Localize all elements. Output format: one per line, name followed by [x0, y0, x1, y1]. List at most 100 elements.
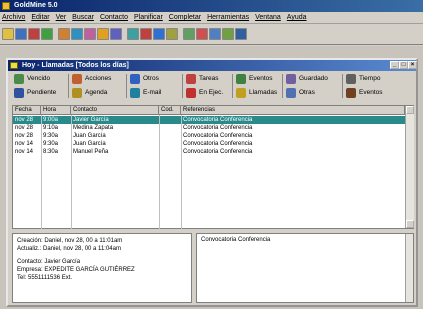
nav-label: Tiempo	[359, 75, 381, 82]
nav-separator	[182, 74, 183, 98]
nav-label: Guardado	[299, 75, 328, 82]
cell-hora: 8:30a	[43, 149, 59, 155]
nav-pendiente-button[interactable]: Pendiente	[14, 87, 56, 99]
notes-panel[interactable]: Convocatoria Conferencia	[196, 233, 414, 303]
col-cod[interactable]: Cod.	[159, 106, 181, 115]
cell-cod	[159, 116, 181, 124]
cell-cod	[159, 148, 181, 156]
window-icon	[10, 62, 18, 69]
scroll-down-button[interactable]	[406, 220, 414, 228]
cell-ref: Convocatoria Conferencia	[183, 125, 253, 131]
menu-item[interactable]: Buscar	[72, 14, 94, 21]
activity-window: Hoy - Llamadas [Todos los días] _ □ × Ve…	[6, 58, 418, 307]
nav-eventos-button[interactable]: Eventos	[236, 73, 273, 85]
cell-cod	[159, 124, 181, 132]
nav-label: E-mail	[143, 89, 162, 96]
cell-cod	[159, 132, 181, 140]
nav-agenda-button[interactable]: Agenda	[72, 87, 107, 99]
otras-icon	[286, 88, 296, 98]
nav-llamadas-button[interactable]: Llamadas	[236, 87, 277, 99]
nav-label: Vencido	[27, 75, 51, 82]
cell-hora: 9:10a	[43, 125, 59, 131]
cell-ref: Convocatoria Conferencia	[183, 141, 253, 147]
activity-grid: Fecha Hora Contacto Cod. Referencias nov…	[12, 105, 414, 229]
cell-fecha: nov 28	[15, 125, 34, 131]
menu-item[interactable]: Contacto	[100, 14, 128, 21]
nav-acciones-button[interactable]: Acciones	[72, 73, 111, 85]
app-titlebar: GoldMine 5.0	[0, 0, 423, 12]
lookup-icon[interactable]	[41, 28, 53, 40]
activity-icon[interactable]	[84, 28, 96, 40]
grid-scrollbar[interactable]	[405, 106, 414, 228]
cell-contacto: Juan García	[73, 133, 106, 139]
grid-divider	[71, 115, 72, 229]
grid-header: Fecha Hora Contacto Cod. Referencias	[13, 106, 405, 115]
nav-otras-button[interactable]: Otras	[286, 87, 315, 99]
app-title: GoldMine 5.0	[14, 2, 58, 9]
menu-item[interactable]: Editar	[31, 14, 49, 21]
complete-icon[interactable]	[140, 28, 152, 40]
nav-separator	[232, 74, 233, 98]
company-name: Empresa: EXPEDITE GARCÍA GUTIÉRREZ	[17, 267, 135, 273]
nav-label: Otros	[143, 75, 159, 82]
minimize-button[interactable]: _	[390, 61, 399, 69]
nav-tiempo-button[interactable]: Tiempo	[346, 73, 380, 85]
sync-icon[interactable]	[222, 28, 234, 40]
notes-scrollbar[interactable]	[405, 234, 413, 302]
col-fecha[interactable]: Fecha	[13, 106, 41, 115]
contacts-icon[interactable]	[58, 28, 70, 40]
ejecucion-icon	[186, 88, 196, 98]
col-referencias[interactable]: Referencias	[181, 106, 405, 115]
menu-item[interactable]: Ventana	[255, 14, 281, 21]
menu-item[interactable]: Planificar	[134, 14, 163, 21]
phone-icon[interactable]	[166, 28, 178, 40]
grid-divider	[159, 115, 160, 229]
maximize-button[interactable]: □	[399, 61, 408, 69]
forecast-icon[interactable]	[209, 28, 221, 40]
tasks-icon[interactable]	[196, 28, 208, 40]
grid-divider	[181, 115, 182, 229]
cell-cod	[159, 140, 181, 148]
open-icon[interactable]	[15, 28, 27, 40]
tareas-icon	[186, 74, 196, 84]
menu-item[interactable]: Ver	[56, 14, 67, 21]
calendar-icon[interactable]	[71, 28, 83, 40]
email-icon[interactable]	[97, 28, 109, 40]
schedule-icon[interactable]	[127, 28, 139, 40]
vencido-icon	[14, 74, 24, 84]
close-button[interactable]: ×	[408, 61, 417, 69]
menu-item[interactable]: Archivo	[2, 14, 25, 21]
new-icon[interactable]	[2, 28, 14, 40]
nav-eventos-button[interactable]: Eventos	[346, 87, 383, 99]
nav-en-ejec--button[interactable]: En Ejec.	[186, 87, 223, 99]
help-icon[interactable]	[235, 28, 247, 40]
menu-item[interactable]: Herramientas	[207, 14, 249, 21]
llamadas-icon	[236, 88, 246, 98]
report-icon[interactable]	[110, 28, 122, 40]
notes-icon[interactable]	[183, 28, 195, 40]
menubar: Archivo Editar Ver Buscar Contacto Planificar…	[0, 12, 423, 24]
nav-separator	[282, 74, 283, 98]
cell-contacto: Medina Zapata	[73, 125, 114, 131]
menu-item[interactable]: Completar	[169, 14, 201, 21]
col-contacto[interactable]: Contacto	[71, 106, 159, 115]
nav-e-mail-button[interactable]: E-mail	[130, 87, 161, 99]
cell-ref: Convocatoria Conferencia	[181, 116, 405, 124]
acciones-icon	[72, 74, 82, 84]
col-hora[interactable]: Hora	[41, 106, 71, 115]
creation-info: Creación: Daniel, nov 28, 00 a 11:01am	[17, 238, 123, 244]
grid-divider	[41, 115, 42, 229]
nav-guardado-button[interactable]: Guardado	[286, 73, 328, 85]
nav-label: Tareas	[199, 75, 219, 82]
window-titlebar[interactable]: Hoy - Llamadas [Todos los días] _ □ ×	[8, 60, 417, 71]
menu-item[interactable]: Ayuda	[287, 14, 307, 21]
window-title: Hoy - Llamadas [Todos los días]	[22, 62, 129, 69]
nav-otros-button[interactable]: Otros	[130, 73, 159, 85]
scroll-up-button[interactable]	[406, 106, 414, 114]
web-icon[interactable]	[153, 28, 165, 40]
nav-separator	[342, 74, 343, 98]
nav-tareas-button[interactable]: Tareas	[186, 73, 219, 85]
print-icon[interactable]	[28, 28, 40, 40]
nav-vencido-button[interactable]: Vencido	[14, 73, 50, 85]
cell-contacto: Manuel Peña	[73, 149, 109, 155]
